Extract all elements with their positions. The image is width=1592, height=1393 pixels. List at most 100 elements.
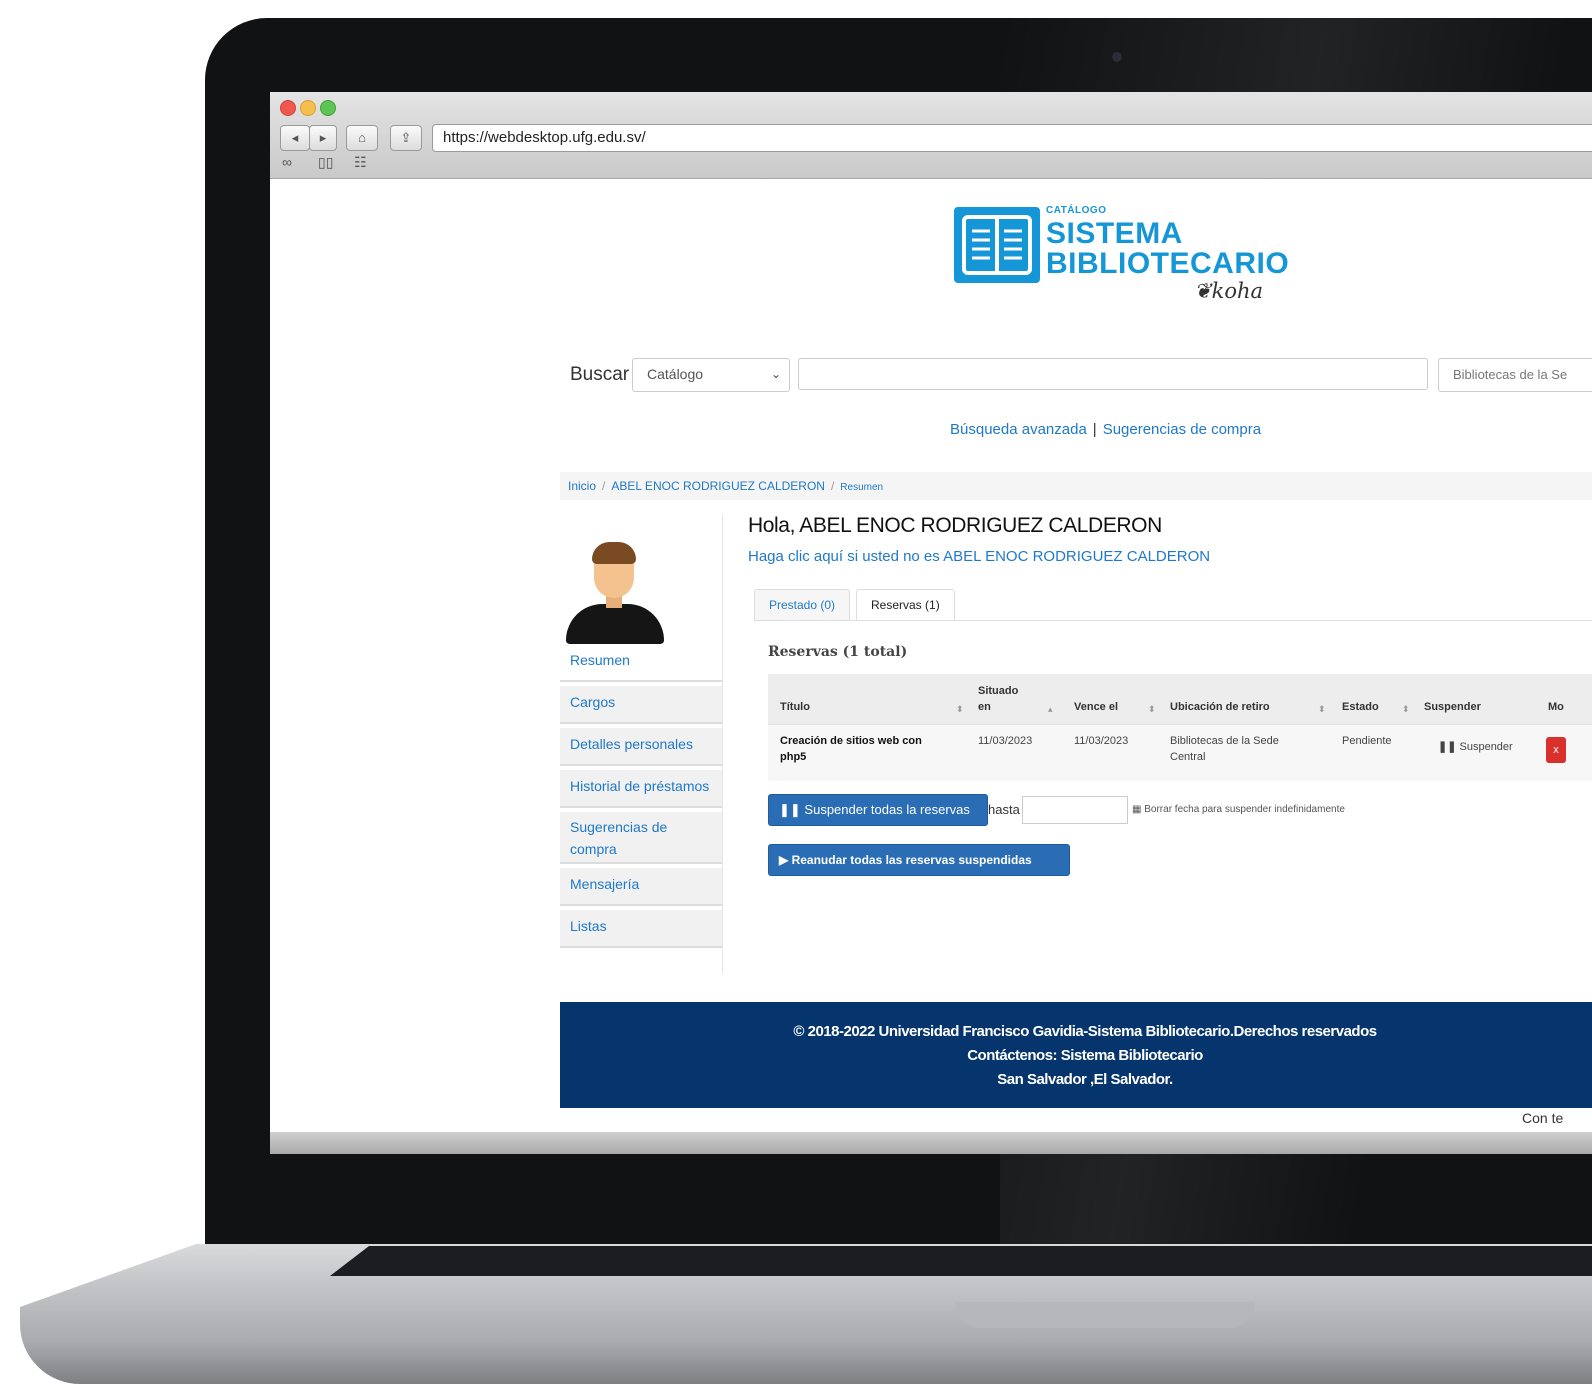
cell-expires: 11/03/2023 [1074,735,1129,747]
browser-status-bar [270,1132,1592,1154]
breadcrumb-separator: / [602,479,606,493]
back-icon[interactable]: ◂ [280,125,310,151]
tab-prestado[interactable]: Prestado (0) [754,589,851,621]
play-icon: ▶ [779,853,789,867]
col-expires[interactable]: Vence el [1074,701,1118,713]
calendar-icon: ▦ [1132,804,1142,815]
forward-icon[interactable]: ▸ [309,125,337,151]
top-sites-grid-icon[interactable]: ☷ [354,154,367,171]
footer-copyright: © 2018-2022 Universidad Francisco Gavidi… [793,1023,1377,1040]
col-title[interactable]: Título [780,701,810,713]
cell-pickup-line1: Bibliotecas de la Sede [1170,735,1279,747]
share-icon[interactable]: ⇪ [390,125,422,151]
col-placed-line1[interactable]: Situado [978,685,1018,697]
breadcrumb: Inicio / ABEL ENOC RODRIGUEZ CALDERON / Resu… [560,472,1592,500]
tab-reservas[interactable]: Reservas (1) [856,589,955,621]
sidebar-item-cargos[interactable]: Cargos [560,686,722,724]
breadcrumb-current[interactable]: Resumen [840,482,883,493]
col-suspend: Suspender [1424,701,1481,713]
links-separator: | [1092,421,1097,438]
browser-chrome: ◂ ▸ ⌂ ⇪ https://webdesktop.ufg.edu.sv/ ∞… [270,92,1592,179]
address-bar[interactable]: https://webdesktop.ufg.edu.sv/ [432,124,1592,152]
pause-icon: ❚❚ [1438,741,1457,753]
breadcrumb-separator: / [830,479,835,493]
logo-catalog-text: CATÁLOGO [1046,205,1107,216]
breadcrumb-home[interactable]: Inicio [568,479,596,493]
cancel-hold-button[interactable]: x [1546,737,1566,763]
suspend-hold-label: Suspender [1459,741,1513,753]
breadcrumb-user[interactable]: ABEL ENOC RODRIGUEZ CALDERON [611,479,825,493]
sidebar-item-historial[interactable]: Historial de préstamos [560,770,722,808]
cell-placed: 11/03/2023 [978,735,1033,747]
chevron-down-icon: ⌄ [770,367,781,381]
avatar [560,514,720,644]
not-you-link[interactable]: Haga clic aquí si usted no es ABEL ENOC … [748,548,1210,565]
zoom-window-button[interactable] [320,100,336,116]
avatar-body [566,604,664,644]
bookmarks-book-icon[interactable]: ▯▯ [318,154,333,171]
sort-icon[interactable]: ▴ [1048,704,1053,715]
cell-title[interactable]: Creación de sitios web con php5 [780,733,922,765]
trackpad-notch [955,1302,1255,1328]
avatar-hair [592,542,636,564]
sidebar-nav: Resumen Cargos Detalles personales Histo… [560,644,722,952]
cell-title-line2: php5 [780,751,807,763]
library-select-value: Bibliotecas de la Se [1453,367,1568,382]
advanced-search-link[interactable]: Búsqueda avanzada [950,421,1087,438]
page-footer: © 2018-2022 Universidad Francisco Gavidi… [560,1002,1592,1108]
koha-text: koha [1211,279,1264,303]
logo-title-line1: SISTEMA [1046,217,1183,250]
suspend-until-date-input[interactable] [1022,796,1128,824]
holds-table: Título ⬍ Situado en ▴ Vence el ⬍ Ubicaci… [768,674,1592,781]
suspend-all-button[interactable]: ❚❚ Suspender todas la reservas [768,794,988,826]
url-text: https://webdesktop.ufg.edu.sv/ [443,129,646,146]
table-row: Creación de sitios web con php5 11/03/20… [768,724,1592,781]
sidebar-item-sugerencias[interactable]: Sugerencias de compra [560,812,722,864]
sidebar-item-listas[interactable]: Listas [560,910,722,948]
page-title: Hola, ABEL ENOC RODRIGUEZ CALDERON [748,514,1162,537]
cell-status: Pendiente [1342,735,1392,747]
purchase-suggestions-link[interactable]: Sugerencias de compra [1103,421,1261,438]
tabs-divider [754,620,1592,621]
footer-contact[interactable]: Contáctenos: Sistema Bibliotecario [560,1044,1592,1068]
search-input[interactable] [798,358,1428,390]
search-label: Buscar [570,364,630,385]
powered-by-text: Con te [1522,1110,1564,1126]
clear-date-link[interactable]: ▦ Borrar fecha para suspender indefinida… [1132,804,1345,815]
search-type-select[interactable]: Catálogo ⌄ [632,358,790,392]
resume-all-button[interactable]: ▶ Reanudar todas las reservas suspendida… [768,844,1070,876]
close-window-button[interactable] [280,100,296,116]
cell-pickup-line2: Central [1170,751,1206,763]
search-links: Búsqueda avanzada | Sugerencias de compra [950,421,1261,438]
keyboard-edge [330,1246,1592,1276]
sort-icon[interactable]: ⬍ [956,704,964,715]
sort-icon[interactable]: ⬍ [1148,704,1156,715]
sort-icon[interactable]: ⬍ [1402,704,1410,715]
col-modify: Mo [1548,701,1564,713]
pause-icon: ❚❚ [779,802,801,817]
minimize-window-button[interactable] [300,100,316,116]
suspend-hold-button[interactable]: ❚❚ Suspender [1438,739,1513,755]
col-pickup[interactable]: Ubicación de retiro [1170,701,1270,713]
until-label: hasta [988,802,1020,817]
cell-pickup: Bibliotecas de la Sede Central [1170,733,1279,765]
col-placed-line2[interactable]: en [978,701,991,713]
library-select[interactable]: Bibliotecas de la Se [1438,358,1592,392]
book-logo-icon [954,207,1040,283]
suspend-all-label: Suspender todas la reservas [804,802,970,817]
sidebar-item-resumen[interactable]: Resumen [560,644,722,682]
koha-logo: ❦koha [1194,279,1264,303]
clear-date-label: Borrar fecha para suspender indefinidame… [1144,804,1345,815]
reading-glasses-icon[interactable]: ∞ [282,154,292,170]
logo-title-line2: BIBLIOTECARIO [1046,247,1290,280]
home-icon[interactable]: ⌂ [346,125,378,151]
holds-heading: Reservas (1 total) [768,644,908,660]
footer-location: San Salvador ,El Salvador. [997,1071,1173,1088]
search-type-value: Catálogo [647,366,704,382]
sidebar-divider [722,514,723,974]
sort-icon[interactable]: ⬍ [1318,704,1326,715]
sidebar-item-mensajeria[interactable]: Mensajería [560,868,722,906]
cell-title-line1: Creación de sitios web con [780,735,922,747]
sidebar-item-detalles[interactable]: Detalles personales [560,728,722,766]
col-status[interactable]: Estado [1342,701,1379,713]
